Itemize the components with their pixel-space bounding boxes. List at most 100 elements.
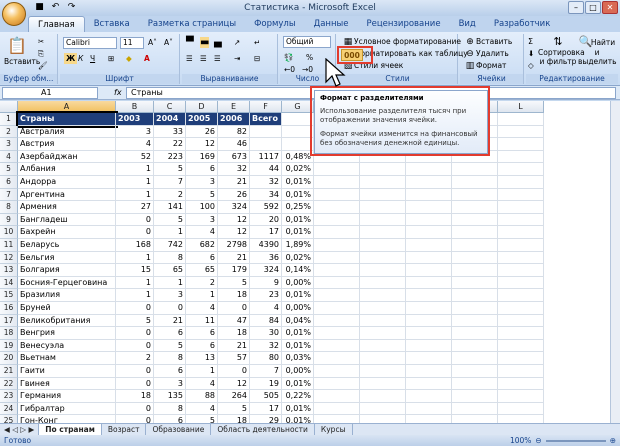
table-cell[interactable]: 0,01% bbox=[282, 289, 314, 302]
empty-cell[interactable] bbox=[452, 213, 498, 227]
empty-cell[interactable] bbox=[498, 201, 544, 214]
row-header[interactable]: 4 bbox=[0, 150, 18, 164]
table-cell[interactable]: 0 bbox=[116, 226, 154, 239]
table-cell[interactable]: 0,01% bbox=[282, 226, 314, 239]
table-cell[interactable]: 169 bbox=[186, 150, 218, 164]
insert-cells-button[interactable]: ⊕ Вставить bbox=[464, 36, 512, 48]
table-cell[interactable]: 1 bbox=[116, 276, 154, 290]
row-header[interactable]: 16 bbox=[0, 302, 18, 315]
table-cell[interactable]: Бельгия bbox=[18, 251, 116, 265]
align-top-icon[interactable]: ▀ bbox=[186, 37, 194, 48]
empty-cell[interactable] bbox=[498, 150, 544, 164]
font-color-icon[interactable]: A bbox=[144, 53, 150, 64]
sheet-tab-1[interactable]: Возраст bbox=[102, 424, 147, 435]
align-right-icon[interactable]: ☰ bbox=[214, 53, 221, 64]
sheet-tab-3[interactable]: Область деятельности bbox=[211, 424, 315, 435]
table-cell[interactable]: 4390 bbox=[250, 239, 282, 252]
table-cell[interactable]: 505 bbox=[250, 390, 282, 403]
minimize-button[interactable]: – bbox=[568, 1, 584, 14]
empty-cell[interactable] bbox=[498, 264, 544, 277]
borders-icon[interactable]: ⊞ bbox=[108, 53, 114, 64]
empty-cell[interactable] bbox=[406, 377, 452, 391]
redo-icon[interactable]: ↷ bbox=[65, 1, 78, 14]
maximize-button[interactable]: □ bbox=[585, 1, 601, 14]
table-cell[interactable]: 0,00% bbox=[282, 365, 314, 378]
sheet-tab-2[interactable]: Образование bbox=[146, 424, 212, 435]
row-header[interactable]: 12 bbox=[0, 251, 18, 265]
empty-cell[interactable] bbox=[360, 289, 406, 302]
empty-cell[interactable] bbox=[314, 302, 360, 315]
table-cell[interactable]: 168 bbox=[116, 239, 154, 252]
empty-cell[interactable] bbox=[452, 226, 498, 239]
table-cell[interactable]: 20 bbox=[250, 213, 282, 227]
table-cell[interactable]: 3 bbox=[116, 125, 154, 139]
row-header[interactable]: 13 bbox=[0, 264, 18, 277]
column-header-B[interactable]: B bbox=[116, 101, 154, 113]
empty-cell[interactable] bbox=[406, 302, 452, 315]
sheet-nav-icon[interactable]: ◀ ◁ ▷ ▶ bbox=[0, 424, 40, 435]
empty-cell[interactable] bbox=[360, 377, 406, 391]
empty-cell[interactable] bbox=[452, 314, 498, 328]
table-cell[interactable]: Болгария bbox=[18, 264, 116, 277]
empty-cell[interactable] bbox=[452, 365, 498, 378]
empty-cell[interactable] bbox=[406, 176, 452, 189]
zoom-out-icon[interactable]: ⊖ bbox=[535, 435, 541, 446]
empty-cell[interactable] bbox=[406, 163, 452, 176]
empty-cell[interactable] bbox=[360, 415, 406, 423]
empty-cell[interactable] bbox=[360, 365, 406, 378]
empty-cell[interactable] bbox=[406, 251, 452, 265]
table-cell[interactable]: 4 bbox=[186, 377, 218, 391]
empty-cell[interactable] bbox=[498, 289, 544, 302]
table-cell[interactable]: 5 bbox=[154, 339, 186, 353]
table-cell[interactable]: 0 bbox=[116, 339, 154, 353]
table-cell[interactable]: 6 bbox=[186, 163, 218, 176]
empty-cell[interactable] bbox=[498, 365, 544, 378]
empty-cell[interactable] bbox=[452, 264, 498, 277]
table-cell[interactable]: 7 bbox=[154, 176, 186, 189]
table-cell[interactable]: 135 bbox=[154, 390, 186, 403]
paste-button[interactable]: 📋 Вставить bbox=[4, 36, 40, 67]
table-cell[interactable]: 2 bbox=[154, 188, 186, 202]
empty-cell[interactable] bbox=[314, 402, 360, 416]
table-cell[interactable]: 6 bbox=[154, 365, 186, 378]
find-select-button[interactable]: 🔍Найти и выделить bbox=[578, 36, 617, 67]
table-cell[interactable]: 6 bbox=[186, 327, 218, 340]
table-cell[interactable]: 1 bbox=[186, 365, 218, 378]
empty-cell[interactable] bbox=[498, 163, 544, 176]
table-cell[interactable]: 22 bbox=[154, 138, 186, 151]
table-cell[interactable]: 742 bbox=[154, 239, 186, 252]
empty-cell[interactable] bbox=[314, 251, 360, 265]
table-cell[interactable]: 26 bbox=[186, 125, 218, 139]
table-cell[interactable]: 0,04% bbox=[282, 314, 314, 328]
tab-7[interactable]: Разработчик bbox=[485, 16, 560, 32]
empty-cell[interactable] bbox=[314, 276, 360, 290]
empty-cell[interactable] bbox=[406, 402, 452, 416]
row-header[interactable]: 17 bbox=[0, 314, 18, 328]
table-cell[interactable]: 21 bbox=[154, 314, 186, 328]
empty-cell[interactable] bbox=[314, 201, 360, 214]
empty-cell[interactable] bbox=[498, 415, 544, 423]
empty-cell[interactable] bbox=[452, 377, 498, 391]
empty-cell[interactable] bbox=[498, 138, 544, 151]
column-header-E[interactable]: E bbox=[218, 101, 250, 113]
table-cell[interactable]: 36 bbox=[250, 251, 282, 265]
table-cell[interactable]: 4 bbox=[186, 302, 218, 315]
table-cell[interactable]: 5 bbox=[218, 276, 250, 290]
table-cell[interactable]: 21 bbox=[218, 176, 250, 189]
row-header[interactable]: 20 bbox=[0, 352, 18, 365]
tab-6[interactable]: Вид bbox=[450, 16, 485, 32]
sheet-tab-0[interactable]: По странам bbox=[39, 424, 102, 435]
number-format-combo[interactable]: Общий bbox=[283, 36, 331, 48]
empty-cell[interactable] bbox=[360, 314, 406, 328]
row-header[interactable]: 25 bbox=[0, 415, 18, 423]
autosum-icon[interactable]: Σ bbox=[528, 36, 533, 47]
table-cell[interactable]: 0,01% bbox=[282, 339, 314, 353]
table-cell[interactable]: 141 bbox=[154, 201, 186, 214]
table-cell[interactable]: 15 bbox=[116, 264, 154, 277]
empty-cell[interactable] bbox=[360, 402, 406, 416]
table-cell[interactable]: 0,01% bbox=[282, 415, 314, 423]
empty-cell[interactable] bbox=[498, 352, 544, 365]
table-cell[interactable]: 0 bbox=[116, 415, 154, 423]
empty-cell[interactable] bbox=[498, 176, 544, 189]
align-bottom-icon[interactable]: ▄ bbox=[214, 37, 222, 48]
